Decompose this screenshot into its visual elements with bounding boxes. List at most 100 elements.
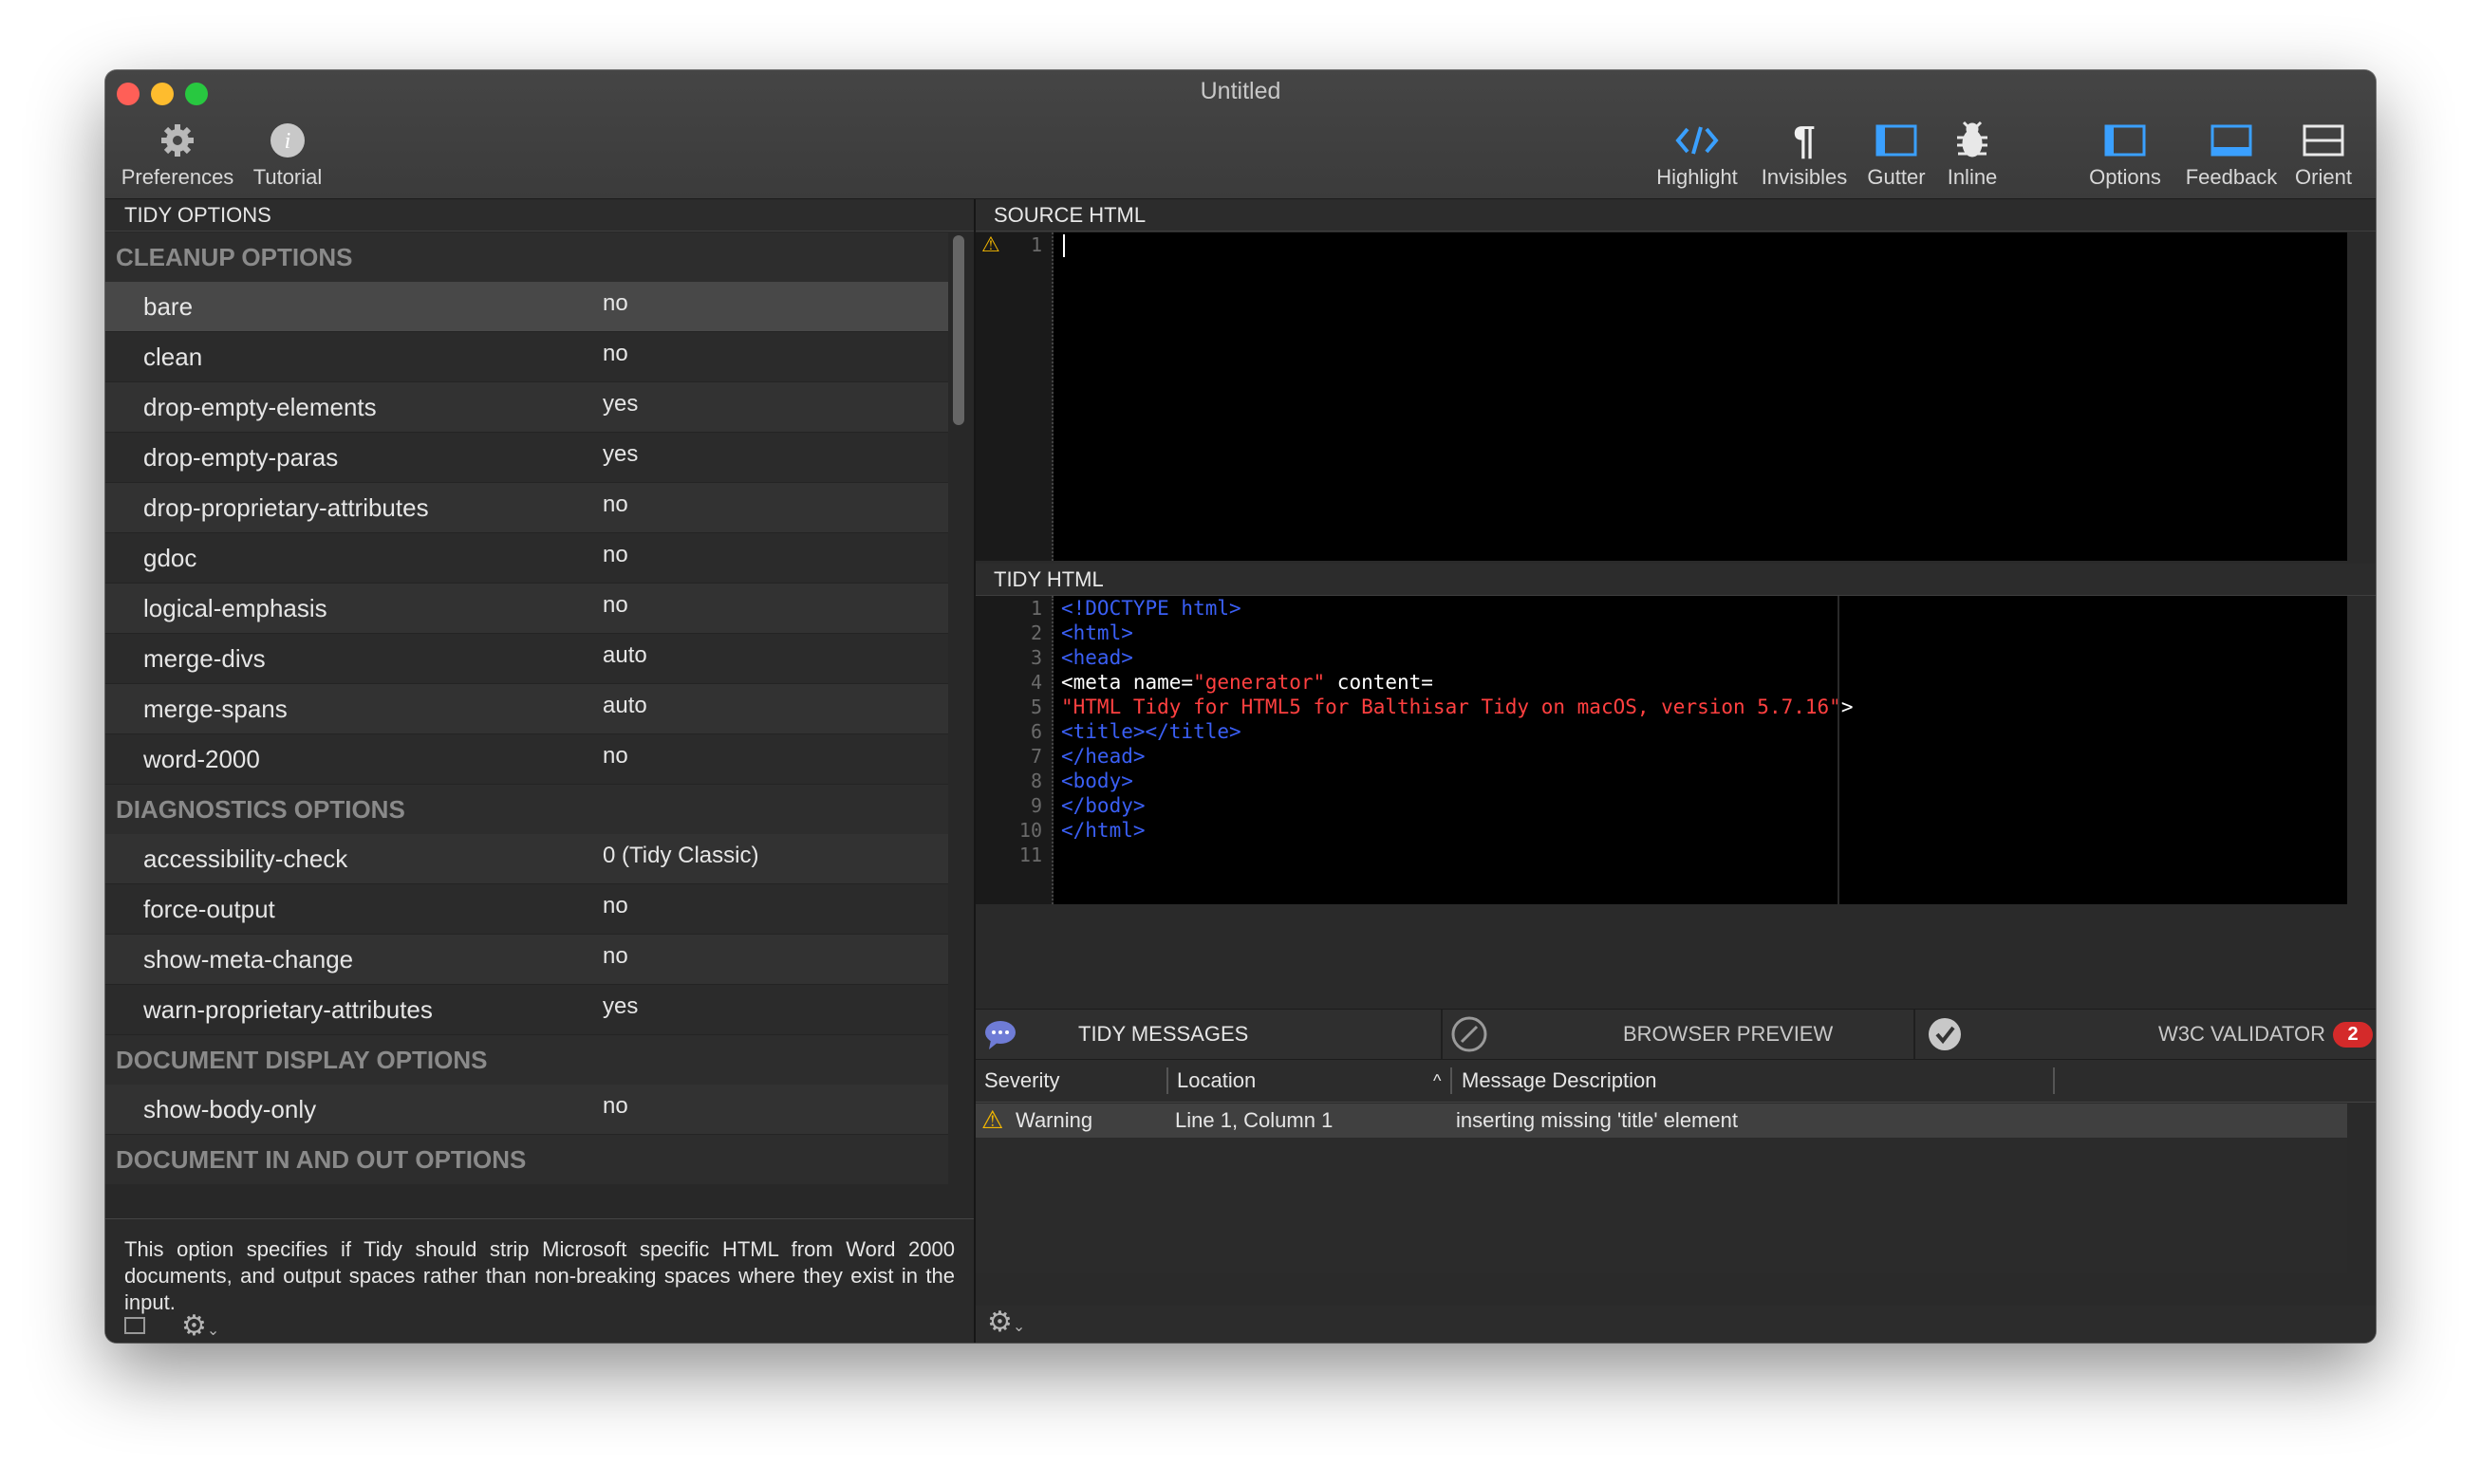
split-horizontal-icon: [2288, 120, 2359, 161]
code-line: <meta name="generator" content=: [1061, 671, 1433, 694]
line-number: 6: [1030, 720, 1042, 743]
gear-menu-icon[interactable]: ⚙⌄: [987, 1306, 1025, 1339]
option-row-warn-proprietary-attributes[interactable]: warn-proprietary-attributes yes: [105, 985, 948, 1035]
info-icon: i: [250, 120, 326, 161]
option-row-force-output[interactable]: force-output no: [105, 884, 948, 935]
line-number: 10: [1018, 819, 1042, 842]
option-row-accessibility-check[interactable]: accessibility-check 0 (Tidy Classic): [105, 834, 948, 884]
line-number: 1: [1030, 597, 1042, 620]
option-name: word-2000: [143, 745, 260, 773]
app-window: Untitled Preferences i Tutorial Highligh…: [105, 70, 2376, 1343]
tab-browser-preview[interactable]: BROWSER PREVIEW: [1623, 1010, 1833, 1059]
source-html-header: SOURCE HTML: [976, 199, 2376, 232]
source-gutter: ⚠ 1: [976, 232, 1054, 561]
gear-menu-icon[interactable]: ⚙⌄: [181, 1309, 219, 1343]
option-row-logical-emphasis[interactable]: logical-emphasis no: [105, 584, 948, 634]
validator-count-badge: 2: [2333, 1022, 2373, 1048]
option-row-word-2000[interactable]: word-2000 no: [105, 734, 948, 785]
inline-button[interactable]: Inline: [1939, 120, 2005, 190]
line-number: 9: [1030, 794, 1042, 817]
inline-label: Inline: [1947, 165, 1998, 189]
option-value[interactable]: no: [603, 1082, 628, 1131]
option-value[interactable]: auto: [603, 681, 647, 731]
option-value[interactable]: no: [603, 581, 628, 630]
line-number: 4: [1030, 671, 1042, 694]
compass-icon: [1450, 1015, 1488, 1053]
option-description: This option specifies if Tidy should str…: [124, 1237, 955, 1314]
option-name: show-body-only: [143, 1095, 317, 1123]
feedback-button[interactable]: Feedback: [2182, 120, 2281, 190]
section-header: CLEANUP OPTIONS: [105, 232, 948, 282]
option-value[interactable]: yes: [603, 430, 638, 479]
option-row-show-meta-change[interactable]: show-meta-change no: [105, 935, 948, 985]
tab-w3c-validator[interactable]: W3C VALIDATOR: [2158, 1010, 2325, 1059]
column-severity[interactable]: Severity: [984, 1060, 1059, 1102]
option-value[interactable]: no: [603, 530, 628, 580]
chat-bubble-icon: [983, 1017, 1017, 1051]
option-description-panel: This option specifies if Tidy should str…: [105, 1218, 974, 1343]
gutter-button[interactable]: Gutter: [1863, 120, 1930, 190]
options-list[interactable]: CLEANUP OPTIONS bare no clean no drop-empty-e…: [105, 232, 948, 1224]
code-line: <!DOCTYPE html>: [1061, 597, 1241, 620]
section-header: DOCUMENT IN AND OUT OPTIONS: [105, 1135, 948, 1184]
option-row-clean[interactable]: clean no: [105, 332, 948, 382]
option-value[interactable]: yes: [603, 380, 638, 429]
tidy-editor[interactable]: 1 2 3 4 5 6 7 8 9 10 11 <!DOCTYPE html> <html> <head…: [976, 596, 2347, 904]
option-value[interactable]: no: [603, 881, 628, 931]
table-row[interactable]: ⚠ Warning Line 1, Column 1 inserting mis…: [976, 1104, 2347, 1138]
preferences-button[interactable]: Preferences: [121, 120, 234, 190]
code-line: <head>: [1061, 646, 1133, 669]
option-value[interactable]: no: [603, 932, 628, 981]
options-button[interactable]: Options: [2082, 120, 2168, 190]
option-row-merge-divs[interactable]: merge-divs auto: [105, 634, 948, 684]
option-row-drop-proprietary-attributes[interactable]: drop-proprietary-attributes no: [105, 483, 948, 533]
sort-ascending-icon: ^: [1433, 1071, 1442, 1090]
section-header: DOCUMENT DISPLAY OPTIONS: [105, 1035, 948, 1085]
invisibles-button[interactable]: ¶ Invisibles: [1757, 118, 1852, 190]
line-number: 8: [1030, 770, 1042, 792]
option-row-show-body-only[interactable]: show-body-only no: [105, 1085, 948, 1135]
highlight-button[interactable]: Highlight: [1648, 120, 1746, 190]
option-row-drop-empty-elements[interactable]: drop-empty-elements yes: [105, 382, 948, 433]
tidy-options-header: TIDY OPTIONS: [105, 199, 974, 232]
option-value[interactable]: no: [603, 329, 628, 379]
messages-empty-area: [976, 1139, 2347, 1273]
gutter-icon: [1863, 120, 1930, 161]
tutorial-label: Tutorial: [252, 165, 323, 189]
option-row-gdoc[interactable]: gdoc no: [105, 533, 948, 584]
option-value[interactable]: auto: [603, 631, 647, 680]
column-divider: [1450, 1067, 1452, 1094]
pilcrow-icon: ¶: [1793, 118, 1816, 162]
tab-divider: [1441, 1010, 1443, 1059]
message-description: inserting missing 'title' element: [1456, 1108, 1738, 1132]
option-row-merge-spans[interactable]: merge-spans auto: [105, 684, 948, 734]
tab-tidy-messages[interactable]: TIDY MESSAGES: [1078, 1010, 1248, 1059]
code-line: </html>: [1061, 819, 1146, 842]
tutorial-button[interactable]: i Tutorial: [250, 120, 326, 190]
option-value[interactable]: no: [603, 279, 628, 328]
warning-icon: ⚠: [981, 232, 1000, 256]
column-location[interactable]: Location: [1177, 1060, 1256, 1102]
line-number: 5: [1030, 696, 1042, 718]
warning-icon: ⚠: [981, 1105, 1004, 1134]
orient-button[interactable]: Orient: [2288, 120, 2359, 190]
option-name: bare: [143, 292, 194, 321]
source-editor[interactable]: ⚠ 1: [976, 232, 2347, 561]
option-row-bare[interactable]: bare no: [105, 282, 948, 332]
bug-icon: [1939, 120, 2005, 161]
column-description[interactable]: Message Description: [1462, 1060, 1656, 1102]
picture-icon[interactable]: [124, 1317, 145, 1334]
option-name: drop-proprietary-attributes: [143, 493, 429, 522]
window-title: Untitled: [1200, 78, 1281, 104]
option-row-drop-empty-paras[interactable]: drop-empty-paras yes: [105, 433, 948, 483]
option-value[interactable]: 0 (Tidy Classic): [603, 831, 758, 881]
option-value[interactable]: no: [603, 480, 628, 529]
line-number: 11: [1018, 844, 1042, 866]
preferences-label: Preferences: [121, 165, 234, 189]
option-value[interactable]: yes: [603, 982, 638, 1031]
option-name: gdoc: [143, 544, 197, 572]
option-value[interactable]: no: [603, 732, 628, 781]
gear-icon: [121, 120, 234, 161]
tidy-gutter: 1 2 3 4 5 6 7 8 9 10 11: [976, 596, 1054, 904]
options-scrollbar[interactable]: [953, 235, 964, 425]
